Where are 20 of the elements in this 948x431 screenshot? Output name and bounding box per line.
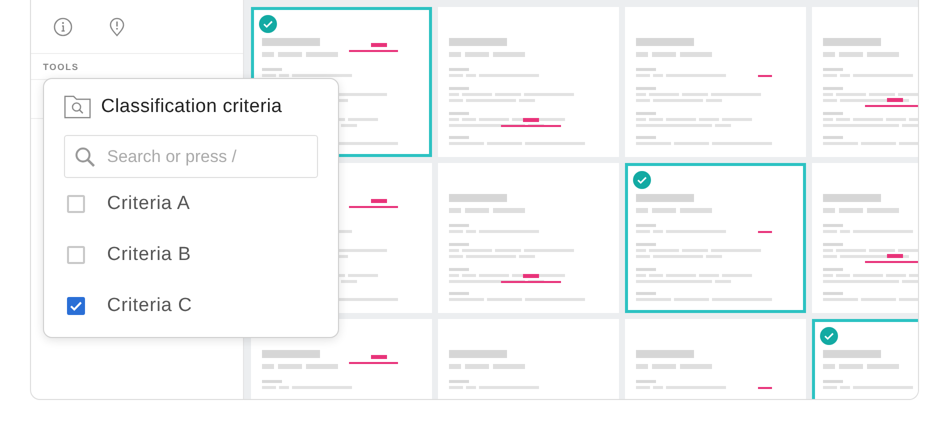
option-label[interactable]: Criteria B: [107, 244, 192, 266]
page-card[interactable]: [438, 163, 619, 313]
checkbox[interactable]: [67, 296, 85, 314]
checkbox[interactable]: [67, 194, 85, 212]
option-label[interactable]: Criteria C: [107, 294, 192, 316]
checkbox[interactable]: [67, 246, 85, 264]
check-icon: [259, 15, 277, 33]
check-icon: [820, 327, 838, 345]
folder-search-icon: [64, 95, 91, 119]
search-icon: [74, 146, 96, 168]
info-icon[interactable]: [53, 17, 73, 37]
page-card[interactable]: [438, 7, 619, 157]
search-field[interactable]: Search or press /: [64, 135, 318, 178]
page-card[interactable]: [625, 163, 806, 313]
check-icon: [633, 171, 651, 189]
section-label: TOOLS: [42, 61, 80, 74]
popup-title: Classification criteria: [101, 96, 282, 118]
alert-pin-icon[interactable]: [107, 17, 127, 37]
page-card[interactable]: [625, 7, 806, 157]
option-label[interactable]: Criteria A: [107, 192, 190, 214]
